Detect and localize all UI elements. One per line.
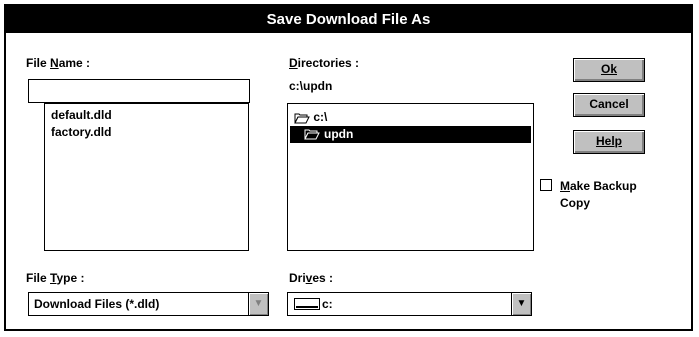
ok-button[interactable]: Ok [573,58,645,82]
dialog-title: Save Download File As [6,6,691,33]
directories-label: Directories : [289,56,360,70]
directory-item-label: updn [324,127,354,141]
directory-item-updn[interactable]: updn [290,126,531,143]
directory-item-root[interactable]: c:\ [294,110,327,124]
make-backup-checkbox[interactable] [540,179,552,191]
drives-dropdown-button[interactable]: ▼ [511,293,531,315]
directory-item-label: c:\ [313,110,328,124]
down-arrow-icon: ▼ [253,298,264,309]
file-name-label: File Name : [26,56,91,70]
file-type-value: Download Files (*.dld) [34,297,160,311]
drives-select[interactable]: c: ▼ [287,292,532,316]
hard-drive-icon [294,298,320,310]
directory-tree[interactable]: c:\ updn [287,103,534,251]
file-list-item-factory[interactable]: factory.dld [51,125,111,139]
file-type-dropdown-button[interactable]: ▼ [248,293,268,315]
file-list[interactable]: default.dld factory.dld [44,103,249,251]
cancel-button[interactable]: Cancel [573,93,645,117]
open-folder-icon [304,128,320,140]
open-folder-icon [294,112,310,124]
make-backup-label[interactable]: Make Backup Copy [560,178,637,212]
drives-value: c: [322,297,333,311]
help-button[interactable]: Help [573,130,645,154]
file-name-input[interactable] [28,79,250,103]
current-directory-path: c:\updn [289,79,333,93]
file-type-label: File Type : [26,271,85,285]
down-arrow-icon: ▼ [516,298,527,309]
drives-label: Drives : [289,271,334,285]
file-list-item-default[interactable]: default.dld [51,108,112,122]
file-type-select[interactable]: Download Files (*.dld) ▼ [28,292,269,316]
save-download-dialog: Save Download File As File Name : defaul… [4,4,693,331]
